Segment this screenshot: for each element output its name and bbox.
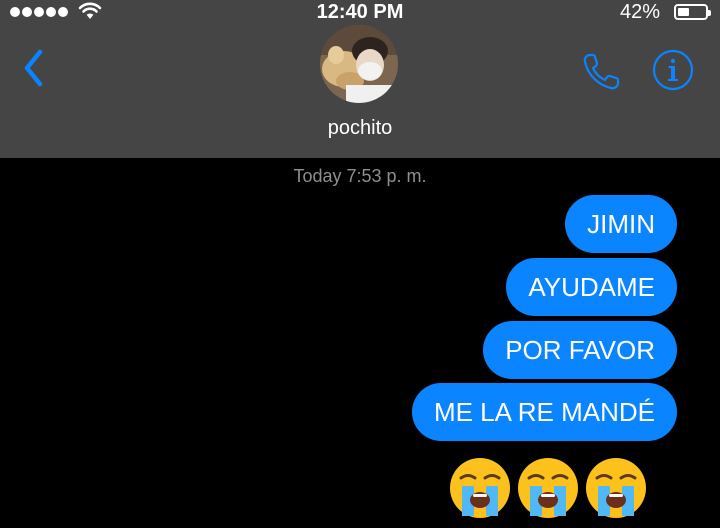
status-bar: 12:40 PM 42% (0, 0, 720, 24)
conversation-header: 12:40 PM 42% pochito (0, 0, 720, 158)
loudly-crying-face-icon (450, 458, 510, 518)
contact-avatar[interactable] (320, 25, 398, 103)
back-chevron-icon[interactable] (20, 46, 50, 90)
loudly-crying-face-icon (586, 458, 646, 518)
info-icon[interactable] (652, 49, 694, 91)
message-timestamp: Today 7:53 p. m. (293, 166, 427, 186)
loudly-crying-face-icon (518, 458, 578, 518)
contact-name[interactable]: pochito (0, 117, 720, 140)
battery-level (678, 8, 689, 16)
sent-message-bubble[interactable]: ME LA RE MANDÉ (411, 383, 677, 441)
status-time: 12:40 PM (316, 1, 404, 23)
avatar-photo (320, 25, 398, 103)
phone-icon[interactable] (580, 49, 624, 93)
sent-message-bubble[interactable]: POR FAVOR (483, 321, 677, 379)
sent-message-bubble[interactable]: AYUDAME (506, 258, 677, 316)
emoji-message[interactable] (448, 456, 648, 520)
battery-icon (674, 4, 711, 20)
battery-percentage: 42% (619, 1, 660, 23)
sent-message-bubble[interactable]: JIMIN (565, 195, 677, 253)
